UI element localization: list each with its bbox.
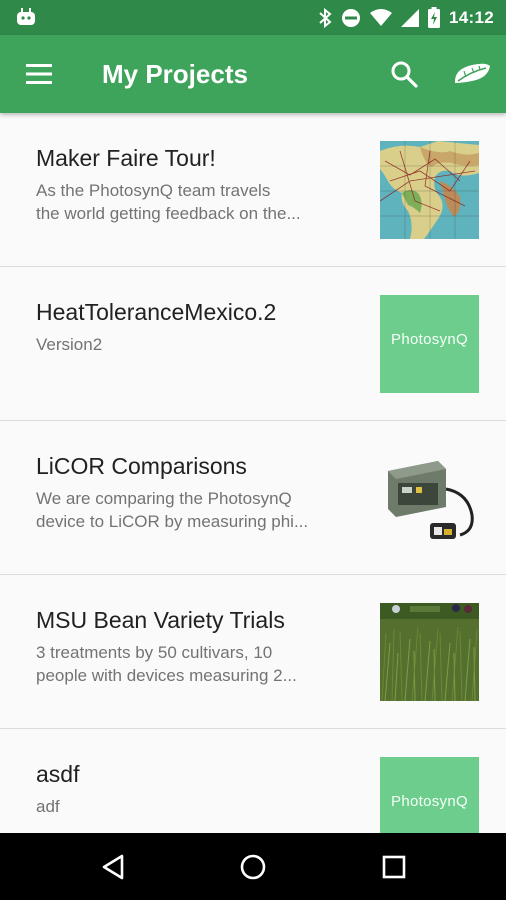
project-name: LiCOR Comparisons (36, 453, 247, 479)
project-description: 3 treatments by 50 cultivars, 10 people … (36, 643, 297, 685)
signal-icon (401, 8, 420, 27)
photosynq-logo-text: PhotosynQ (391, 331, 468, 348)
wifi-icon (370, 8, 393, 26)
project-name: HeatToleranceMexico.2 (36, 299, 277, 325)
bluetooth-icon (319, 7, 332, 28)
navigation-bar (0, 833, 506, 900)
photosynq-logo: PhotosynQ (380, 757, 479, 833)
project-description: We are comparing the PhotosynQ device to… (36, 489, 309, 531)
menu-icon[interactable] (24, 62, 54, 86)
world-map-image (380, 141, 479, 239)
licor-device-image (380, 449, 479, 547)
project-name: Maker Faire Tour! (36, 145, 216, 171)
photosynq-logo: PhotosynQ (380, 295, 479, 393)
project-name: asdf (36, 761, 80, 787)
photosynq-logo-text: PhotosynQ (391, 793, 468, 810)
home-icon[interactable] (238, 852, 268, 882)
search-icon[interactable] (390, 60, 418, 88)
page-title: My Projects (102, 59, 248, 89)
project-item-licor-comparisons[interactable]: LiCOR Comparisons We are comparing the P… (0, 421, 506, 575)
project-description: adf (36, 797, 60, 816)
do-not-disturb-icon (342, 8, 361, 27)
project-item-msu-bean-variety-trials[interactable]: MSU Bean Variety Trials 3 treatments by … (0, 575, 506, 729)
project-name: MSU Bean Variety Trials (36, 607, 285, 633)
app-bar: My Projects (0, 35, 506, 113)
project-description: As the PhotosynQ team travels the world … (36, 181, 301, 223)
project-item-asdf[interactable]: asdf adf PhotosynQ (0, 729, 506, 833)
project-description: Version2 (36, 335, 103, 354)
battery-charging-icon (428, 7, 441, 28)
clock: 14:12 (449, 7, 494, 27)
leaf-icon[interactable] (452, 61, 492, 87)
recents-icon[interactable] (379, 852, 409, 882)
status-bar: 14:12 (0, 0, 506, 35)
back-icon[interactable] (98, 852, 128, 882)
android-icon (17, 8, 35, 25)
bean-field-image (380, 603, 479, 701)
project-list: Maker Faire Tour! As the PhotosynQ team … (0, 113, 506, 833)
project-item-heattolerancemexico[interactable]: HeatToleranceMexico.2 Version2 PhotosynQ (0, 267, 506, 421)
project-item-maker-faire-tour[interactable]: Maker Faire Tour! As the PhotosynQ team … (0, 113, 506, 267)
